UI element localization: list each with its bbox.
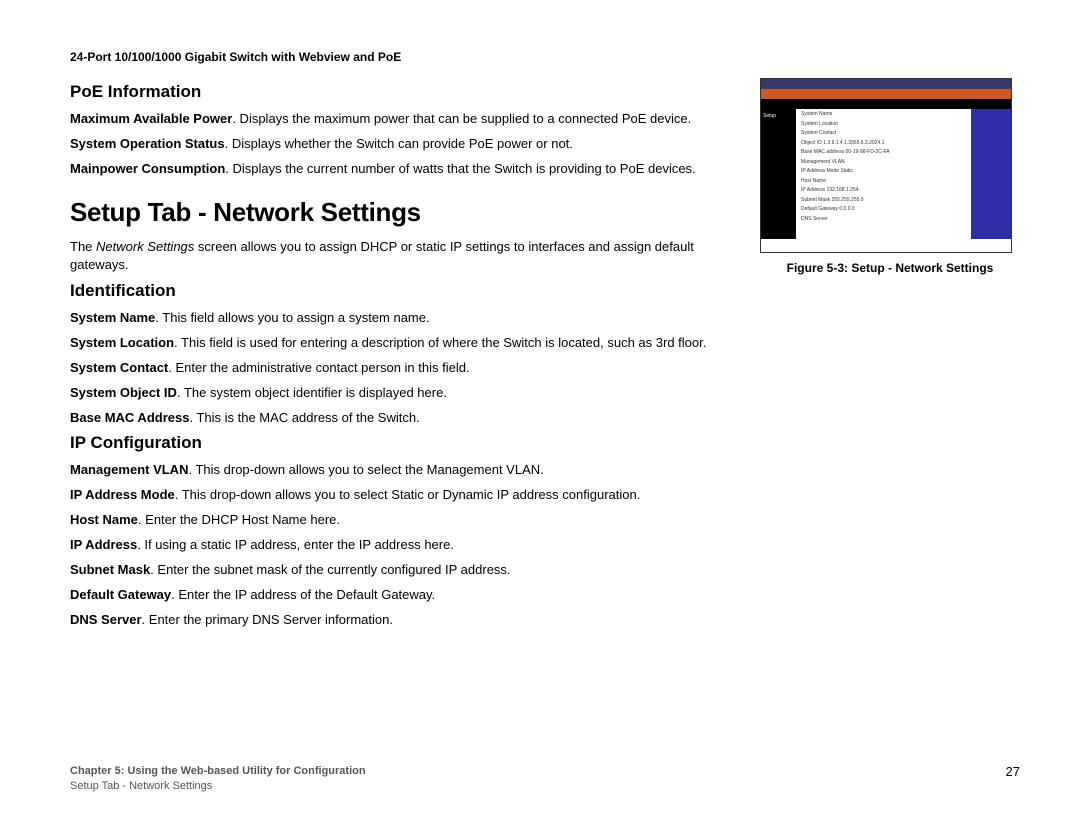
figure-sidebar-item: Setup xyxy=(763,113,794,119)
term: Base MAC Address xyxy=(70,410,189,425)
content-row: PoE Information Maximum Available Power.… xyxy=(70,78,1020,635)
term: Default Gateway xyxy=(70,587,171,602)
desc: . If using a static IP address, enter th… xyxy=(137,537,454,552)
poe-item: System Operation Status. Displays whethe… xyxy=(70,135,742,154)
ident-heading: Identification xyxy=(70,281,742,301)
term: Host Name xyxy=(70,512,138,527)
ip-item: Default Gateway. Enter the IP address of… xyxy=(70,586,742,605)
ident-item: System Location. This field is used for … xyxy=(70,334,742,353)
figure-field: System Location xyxy=(801,121,966,129)
desc: . This field is used for entering a desc… xyxy=(174,335,706,350)
ident-item: Base MAC Address. This is the MAC addres… xyxy=(70,409,742,428)
figure-sidebar: Setup xyxy=(761,109,796,239)
term: Management VLAN xyxy=(70,462,188,477)
footer-subtitle: Setup Tab - Network Settings xyxy=(70,779,366,794)
term: System Object ID xyxy=(70,385,177,400)
setup-heading: Setup Tab - Network Settings xyxy=(70,197,742,228)
desc: . Enter the subnet mask of the currently… xyxy=(150,562,510,577)
ident-item: System Name. This field allows you to as… xyxy=(70,309,742,328)
term: System Location xyxy=(70,335,174,350)
document-page: 24-Port 10/100/1000 Gigabit Switch with … xyxy=(0,0,1080,834)
ip-item: Management VLAN. This drop-down allows y… xyxy=(70,461,742,480)
intro-pre: The xyxy=(70,239,96,254)
desc: . Displays whether the Switch can provid… xyxy=(225,136,573,151)
ident-item: System Contact. Enter the administrative… xyxy=(70,359,742,378)
desc: . This drop-down allows you to select St… xyxy=(175,487,641,502)
desc: . This drop-down allows you to select th… xyxy=(188,462,543,477)
ip-item: IP Address Mode. This drop-down allows y… xyxy=(70,486,742,505)
figure-brandbar xyxy=(761,79,1011,89)
term: System Operation Status xyxy=(70,136,225,151)
term: DNS Server xyxy=(70,612,142,627)
poe-heading: PoE Information xyxy=(70,82,742,102)
ip-item: Host Name. Enter the DHCP Host Name here… xyxy=(70,511,742,530)
desc: . Enter the primary DNS Server informati… xyxy=(142,612,393,627)
figure-field: System Name xyxy=(801,111,966,119)
desc: . This field allows you to assign a syst… xyxy=(155,310,429,325)
ip-item: IP Address. If using a static IP address… xyxy=(70,536,742,555)
figure-caption: Figure 5-3: Setup - Network Settings xyxy=(760,261,1020,275)
term: System Contact xyxy=(70,360,168,375)
ip-heading: IP Configuration xyxy=(70,433,742,453)
ident-item: System Object ID. The system object iden… xyxy=(70,384,742,403)
term: Mainpower Consumption xyxy=(70,161,225,176)
intro-em: Network Settings xyxy=(96,239,194,254)
desc: . Enter the DHCP Host Name here. xyxy=(138,512,340,527)
ip-item: DNS Server. Enter the primary DNS Server… xyxy=(70,611,742,630)
desc: . Displays the current number of watts t… xyxy=(225,161,695,176)
term: IP Address Mode xyxy=(70,487,175,502)
figure-navbar xyxy=(761,99,1011,109)
figure-form: System Name System Location System Conta… xyxy=(801,111,966,225)
figure-field: IP Address Mode Static xyxy=(801,168,966,176)
desc: . Displays the maximum power that can be… xyxy=(232,111,691,126)
product-header: 24-Port 10/100/1000 Gigabit Switch with … xyxy=(70,50,1020,64)
figure-field: Object ID 1.3.6.1.4.1.3955.6.3.2024.1 xyxy=(801,140,966,148)
desc: . Enter the administrative contact perso… xyxy=(168,360,469,375)
term: Subnet Mask xyxy=(70,562,150,577)
page-number: 27 xyxy=(1006,764,1020,779)
poe-item: Maximum Available Power. Displays the ma… xyxy=(70,110,742,129)
term: System Name xyxy=(70,310,155,325)
setup-intro: The Network Settings screen allows you t… xyxy=(70,238,742,276)
footer-chapter: Chapter 5: Using the Web-based Utility f… xyxy=(70,764,366,779)
figure-screenshot: Setup System Name System Location System… xyxy=(760,78,1012,253)
figure-field: DNS Server xyxy=(801,216,966,224)
figure-help-panel xyxy=(971,109,1011,239)
figure-column: Setup System Name System Location System… xyxy=(760,78,1020,635)
figure-field: Base MAC address 00-19-98-FD-2C-FA xyxy=(801,149,966,157)
poe-item: Mainpower Consumption. Displays the curr… xyxy=(70,160,742,179)
footer-left: Chapter 5: Using the Web-based Utility f… xyxy=(70,764,366,794)
ip-item: Subnet Mask. Enter the subnet mask of th… xyxy=(70,561,742,580)
figure-field: Host Name xyxy=(801,178,966,186)
page-footer: Chapter 5: Using the Web-based Utility f… xyxy=(70,764,1020,794)
figure-field: System Contact xyxy=(801,130,966,138)
desc: . This is the MAC address of the Switch. xyxy=(189,410,419,425)
desc: . Enter the IP address of the Default Ga… xyxy=(171,587,435,602)
term: Maximum Available Power xyxy=(70,111,232,126)
figure-field: Subnet Mask 255.255.255.0 xyxy=(801,197,966,205)
figure-field: Default Gateway 0.0.0.0 xyxy=(801,206,966,214)
text-column: PoE Information Maximum Available Power.… xyxy=(70,78,742,635)
figure-banner xyxy=(761,89,1011,99)
term: IP Address xyxy=(70,537,137,552)
figure-field: IP Address 192.168.1.254 xyxy=(801,187,966,195)
desc: . The system object identifier is displa… xyxy=(177,385,447,400)
figure-field: Management VLAN xyxy=(801,159,966,167)
